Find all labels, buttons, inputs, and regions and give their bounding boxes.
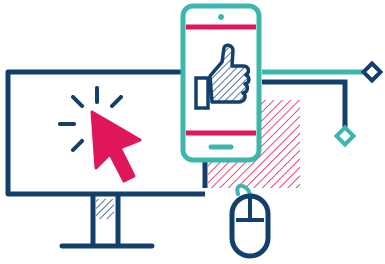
cursor-click-icon [58, 86, 142, 183]
computer-mouse-icon [229, 183, 271, 259]
devices-illustration [5, 3, 384, 259]
phone-camera-dot [218, 14, 224, 20]
monitor-stand-hatch [96, 199, 114, 219]
illustration-canvas [0, 0, 385, 264]
